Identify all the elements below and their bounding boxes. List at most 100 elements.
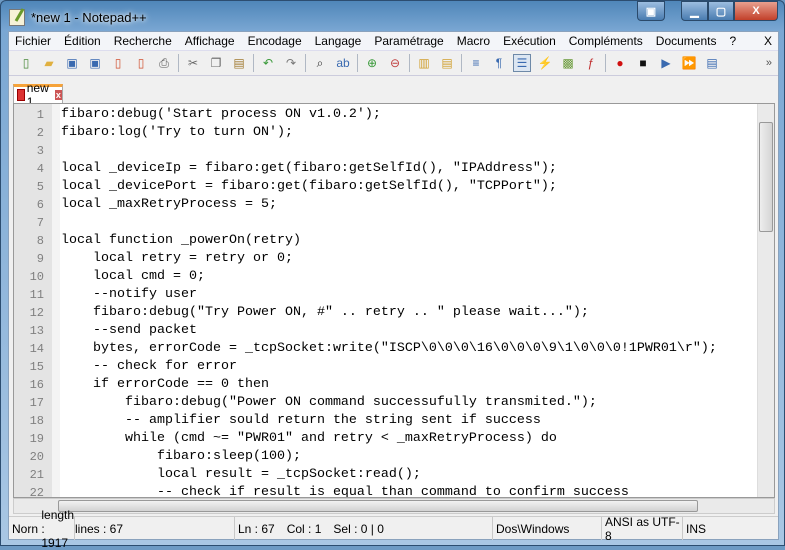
show-all-characters-icon[interactable]: ¶ xyxy=(490,54,508,72)
line-number: 7 xyxy=(36,216,44,230)
user-language-icon[interactable]: ⚡ xyxy=(536,54,554,72)
menu-recherche[interactable]: Recherche xyxy=(114,34,172,48)
code-line: 18 -- amplifier sould return the string … xyxy=(14,412,774,430)
new-file-icon[interactable]: ▯ xyxy=(17,54,35,72)
menu-langage[interactable]: Langage xyxy=(315,34,362,48)
switch-window-button[interactable]: ▣ xyxy=(637,1,665,21)
line-number: 1 xyxy=(36,108,44,122)
toolbar-separator xyxy=(461,54,462,72)
code-line: 20 fibaro:sleep(100); xyxy=(14,448,774,466)
menu-affichage[interactable]: Affichage xyxy=(185,34,235,48)
replace-icon[interactable]: ab xyxy=(334,54,352,72)
code-text: local _maxRetryProcess = 5; xyxy=(61,197,277,212)
horizontal-scroll-thumb[interactable] xyxy=(58,500,698,512)
line-number: 15 xyxy=(29,360,44,374)
zoom-in-icon[interactable]: ⊕ xyxy=(363,54,381,72)
selection: Sel : 0 | 0 xyxy=(333,521,384,536)
save-macro-icon[interactable]: ▤ xyxy=(703,54,721,72)
maximize-button[interactable]: ▢ xyxy=(708,1,734,21)
status-insert-mode: INS xyxy=(686,521,707,536)
notepadpp-app-icon[interactable] xyxy=(9,8,25,26)
play-macro-multiple-icon[interactable]: ⏩ xyxy=(680,54,698,72)
close-window-button[interactable]: X xyxy=(734,1,778,21)
tab-new-1[interactable]: new 1 x xyxy=(13,81,63,109)
menu-edition[interactable]: Édition xyxy=(64,34,101,48)
menu-documents[interactable]: Documents xyxy=(656,34,717,48)
line-number: 11 xyxy=(29,288,44,302)
close-icon[interactable]: ▯ xyxy=(109,54,127,72)
code-text: local function _powerOn(retry) xyxy=(61,233,301,248)
menu-?[interactable]: ? xyxy=(730,34,737,48)
word-wrap-icon[interactable]: ≡ xyxy=(467,54,485,72)
vertical-scrollbar[interactable] xyxy=(757,104,774,497)
vertical-scroll-thumb[interactable] xyxy=(759,122,773,232)
status-bar: Norn length : 1917 lines : 67 Ln : 67 Col… xyxy=(9,508,778,550)
window-title: *new 1 - Notepad++ xyxy=(31,9,147,25)
code-editor[interactable]: 1 fibaro:debug('Start process ON v1.0.2')… xyxy=(13,103,775,498)
save-icon[interactable]: ▣ xyxy=(63,54,81,72)
code-text: local result = _tcpSocket:read(); xyxy=(61,467,421,482)
zoom-out-icon[interactable]: ⊖ xyxy=(386,54,404,72)
horizontal-scrollbar[interactable] xyxy=(13,498,775,514)
code-line: 22 -- check if result is equal than comm… xyxy=(14,484,774,497)
copy-icon[interactable]: ❐ xyxy=(207,54,225,72)
line-number: 9 xyxy=(36,252,44,266)
code-line: 1 fibaro:debug('Start process ON v1.0.2')… xyxy=(14,106,774,124)
code-text: if errorCode == 0 then xyxy=(61,377,269,392)
status-doc-type: Norn length : 1917 xyxy=(9,508,75,550)
play-macro-icon[interactable]: ▶ xyxy=(657,54,675,72)
function-list-icon[interactable]: ƒ xyxy=(582,54,600,72)
redo-icon[interactable]: ↷ xyxy=(282,54,300,72)
menu-encodage[interactable]: Encodage xyxy=(248,34,302,48)
minimize-button[interactable]: ▁ xyxy=(681,1,708,21)
code-text: local cmd = 0; xyxy=(61,269,205,284)
record-macro-icon[interactable]: ● xyxy=(611,54,629,72)
menu-fichier[interactable]: Fichier xyxy=(15,34,51,48)
code-line: 15 -- check for error xyxy=(14,358,774,376)
line-number: 4 xyxy=(36,162,44,176)
close-document-button[interactable]: X xyxy=(764,34,772,48)
line-number: 14 xyxy=(29,342,44,356)
code-line: 7 xyxy=(14,214,774,232)
menu-macro[interactable]: Macro xyxy=(457,34,490,48)
status-position: Ln : 67 Col : 1 Sel : 0 | 0 xyxy=(235,517,493,540)
line-number: 16 xyxy=(29,378,44,392)
line-number: 2 xyxy=(36,126,44,140)
tab-bar: new 1 x xyxy=(9,81,778,109)
sync-vertical-icon[interactable]: ▥ xyxy=(415,54,433,72)
notepadpp-window: *new 1 - Notepad++ ▣ ▁ ▢ X Fichier Éditio… xyxy=(0,0,785,550)
indent-guide-icon[interactable]: ☰ xyxy=(513,54,531,72)
code-line: 9 local retry = retry or 0; xyxy=(14,250,774,268)
document-map-icon[interactable]: ▩ xyxy=(559,54,577,72)
stop-macro-icon[interactable]: ■ xyxy=(634,54,652,72)
undo-icon[interactable]: ↶ xyxy=(259,54,277,72)
close-all-icon[interactable]: ▯ xyxy=(132,54,150,72)
cursor-col: Col : 1 xyxy=(286,521,322,536)
code-line: 16 if errorCode == 0 then xyxy=(14,376,774,394)
paste-icon[interactable]: ▤ xyxy=(230,54,248,72)
line-number: 13 xyxy=(29,324,44,338)
tab-close-icon[interactable]: x xyxy=(54,90,62,100)
menu-execution[interactable]: Exécution xyxy=(503,34,556,48)
print-icon[interactable]: ⎙ xyxy=(155,54,173,72)
code-text: --notify user xyxy=(61,287,197,302)
code-line: 12 fibaro:debug("Try Power ON, #" .. ret… xyxy=(14,304,774,322)
line-number: 5 xyxy=(36,180,44,194)
menu-parametrage[interactable]: Paramétrage xyxy=(374,34,443,48)
cut-icon[interactable]: ✂ xyxy=(184,54,202,72)
save-all-icon[interactable]: ▣ xyxy=(86,54,104,72)
line-number: 6 xyxy=(36,198,44,212)
code-line: 13 --send packet xyxy=(14,322,774,340)
sync-horizontal-icon[interactable]: ▤ xyxy=(438,54,456,72)
line-number: 12 xyxy=(29,306,44,320)
code-text: local retry = retry or 0; xyxy=(61,251,293,266)
line-number: 17 xyxy=(29,396,44,410)
menu-complements[interactable]: Compléments xyxy=(569,34,643,48)
open-file-icon[interactable]: ▰ xyxy=(40,54,58,72)
line-number: 3 xyxy=(36,144,44,158)
code-text: while (cmd ~= "PWR01" and retry < _maxRe… xyxy=(61,431,557,446)
code-text: fibaro:debug('Start process ON v1.0.2'); xyxy=(61,107,381,122)
toolbar-overflow-button[interactable]: » xyxy=(766,57,772,69)
code-text: --send packet xyxy=(61,323,197,338)
find-icon[interactable]: ⌕ xyxy=(311,54,329,72)
